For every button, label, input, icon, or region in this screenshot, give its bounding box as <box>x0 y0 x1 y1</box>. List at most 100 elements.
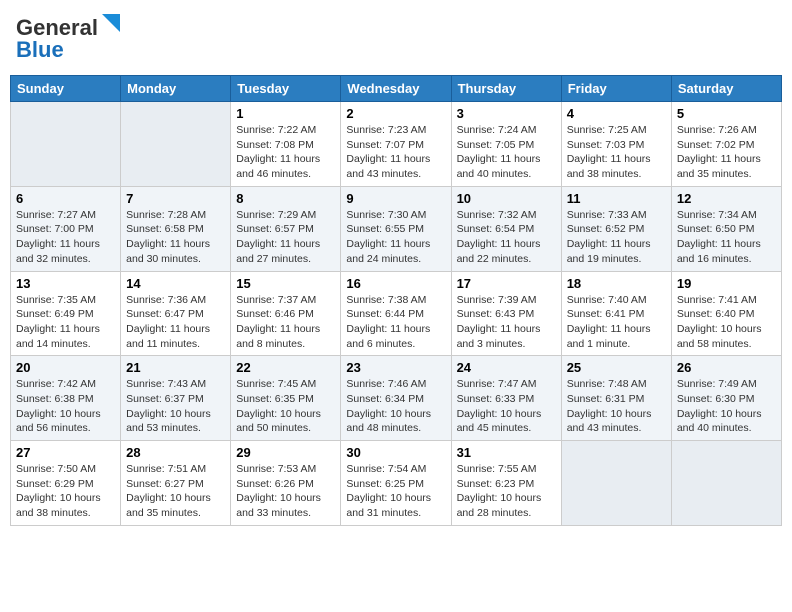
day-info: Sunrise: 7:53 AMSunset: 6:26 PMDaylight:… <box>236 462 335 521</box>
day-number: 16 <box>346 276 445 291</box>
day-number: 27 <box>16 445 115 460</box>
day-info: Sunrise: 7:47 AMSunset: 6:33 PMDaylight:… <box>457 377 556 436</box>
calendar-cell: 12 Sunrise: 7:34 AMSunset: 6:50 PMDayligh… <box>671 186 781 271</box>
day-number: 24 <box>457 360 556 375</box>
day-info: Sunrise: 7:43 AMSunset: 6:37 PMDaylight:… <box>126 377 225 436</box>
day-info: Sunrise: 7:36 AMSunset: 6:47 PMDaylight:… <box>126 293 225 352</box>
calendar-cell: 21 Sunrise: 7:43 AMSunset: 6:37 PMDayligh… <box>121 356 231 441</box>
day-header-sunday: Sunday <box>11 76 121 102</box>
day-info: Sunrise: 7:27 AMSunset: 7:00 PMDaylight:… <box>16 208 115 267</box>
day-number: 26 <box>677 360 776 375</box>
day-header-friday: Friday <box>561 76 671 102</box>
calendar-cell: 10 Sunrise: 7:32 AMSunset: 6:54 PMDayligh… <box>451 186 561 271</box>
calendar-cell <box>121 102 231 187</box>
day-info: Sunrise: 7:26 AMSunset: 7:02 PMDaylight:… <box>677 123 776 182</box>
calendar-cell: 9Sunrise: 7:30 AMSunset: 6:55 PMDaylight… <box>341 186 451 271</box>
day-info: Sunrise: 7:49 AMSunset: 6:30 PMDaylight:… <box>677 377 776 436</box>
calendar-cell: 16 Sunrise: 7:38 AMSunset: 6:44 PMDayligh… <box>341 271 451 356</box>
day-number: 8 <box>236 191 335 206</box>
day-info: Sunrise: 7:33 AMSunset: 6:52 PMDaylight:… <box>567 208 666 267</box>
calendar-cell: 28 Sunrise: 7:51 AMSunset: 6:27 PMDayligh… <box>121 441 231 526</box>
day-number: 21 <box>126 360 225 375</box>
logo: General Blue <box>16 14 120 63</box>
day-info: Sunrise: 7:54 AMSunset: 6:25 PMDaylight:… <box>346 462 445 521</box>
calendar-cell <box>671 441 781 526</box>
day-info: Sunrise: 7:50 AMSunset: 6:29 PMDaylight:… <box>16 462 115 521</box>
logo-arrow-icon <box>98 14 120 36</box>
calendar-cell: 24 Sunrise: 7:47 AMSunset: 6:33 PMDayligh… <box>451 356 561 441</box>
day-number: 6 <box>16 191 115 206</box>
calendar-cell: 7Sunrise: 7:28 AMSunset: 6:58 PMDaylight… <box>121 186 231 271</box>
day-info: Sunrise: 7:40 AMSunset: 6:41 PMDaylight:… <box>567 293 666 352</box>
day-number: 12 <box>677 191 776 206</box>
calendar-cell <box>561 441 671 526</box>
day-info: Sunrise: 7:23 AMSunset: 7:07 PMDaylight:… <box>346 123 445 182</box>
page-header: General Blue <box>10 10 782 67</box>
day-header-tuesday: Tuesday <box>231 76 341 102</box>
day-number: 17 <box>457 276 556 291</box>
day-info: Sunrise: 7:55 AMSunset: 6:23 PMDaylight:… <box>457 462 556 521</box>
day-info: Sunrise: 7:51 AMSunset: 6:27 PMDaylight:… <box>126 462 225 521</box>
day-info: Sunrise: 7:29 AMSunset: 6:57 PMDaylight:… <box>236 208 335 267</box>
day-info: Sunrise: 7:39 AMSunset: 6:43 PMDaylight:… <box>457 293 556 352</box>
day-number: 28 <box>126 445 225 460</box>
day-number: 18 <box>567 276 666 291</box>
calendar-cell: 17 Sunrise: 7:39 AMSunset: 6:43 PMDayligh… <box>451 271 561 356</box>
day-number: 14 <box>126 276 225 291</box>
calendar-cell: 29 Sunrise: 7:53 AMSunset: 6:26 PMDayligh… <box>231 441 341 526</box>
day-number: 10 <box>457 191 556 206</box>
day-info: Sunrise: 7:48 AMSunset: 6:31 PMDaylight:… <box>567 377 666 436</box>
day-info: Sunrise: 7:34 AMSunset: 6:50 PMDaylight:… <box>677 208 776 267</box>
calendar-cell: 27 Sunrise: 7:50 AMSunset: 6:29 PMDayligh… <box>11 441 121 526</box>
calendar-cell: 8 Sunrise: 7:29 AMSunset: 6:57 PMDaylight… <box>231 186 341 271</box>
day-info: Sunrise: 7:42 AMSunset: 6:38 PMDaylight:… <box>16 377 115 436</box>
day-number: 29 <box>236 445 335 460</box>
calendar-cell: 3 Sunrise: 7:24 AMSunset: 7:05 PMDaylight… <box>451 102 561 187</box>
day-number: 1 <box>236 106 335 121</box>
day-number: 25 <box>567 360 666 375</box>
calendar-cell: 30 Sunrise: 7:54 AMSunset: 6:25 PMDayligh… <box>341 441 451 526</box>
logo-blue: Blue <box>16 37 64 63</box>
day-number: 31 <box>457 445 556 460</box>
day-header-monday: Monday <box>121 76 231 102</box>
day-number: 13 <box>16 276 115 291</box>
day-info: Sunrise: 7:45 AMSunset: 6:35 PMDaylight:… <box>236 377 335 436</box>
calendar-cell: 25 Sunrise: 7:48 AMSunset: 6:31 PMDayligh… <box>561 356 671 441</box>
day-number: 2 <box>346 106 445 121</box>
day-number: 23 <box>346 360 445 375</box>
day-number: 5 <box>677 106 776 121</box>
day-info: Sunrise: 7:24 AMSunset: 7:05 PMDaylight:… <box>457 123 556 182</box>
day-info: Sunrise: 7:25 AMSunset: 7:03 PMDaylight:… <box>567 123 666 182</box>
day-number: 19 <box>677 276 776 291</box>
day-header-wednesday: Wednesday <box>341 76 451 102</box>
day-number: 22 <box>236 360 335 375</box>
calendar-cell: 22 Sunrise: 7:45 AMSunset: 6:35 PMDayligh… <box>231 356 341 441</box>
day-info: Sunrise: 7:37 AMSunset: 6:46 PMDaylight:… <box>236 293 335 352</box>
day-number: 11 <box>567 191 666 206</box>
calendar-cell: 13 Sunrise: 7:35 AMSunset: 6:49 PMDayligh… <box>11 271 121 356</box>
calendar-cell: 15Sunrise: 7:37 AMSunset: 6:46 PMDayligh… <box>231 271 341 356</box>
calendar-cell: 1Sunrise: 7:22 AMSunset: 7:08 PMDaylight… <box>231 102 341 187</box>
day-info: Sunrise: 7:28 AMSunset: 6:58 PMDaylight:… <box>126 208 225 267</box>
day-info: Sunrise: 7:35 AMSunset: 6:49 PMDaylight:… <box>16 293 115 352</box>
day-info: Sunrise: 7:46 AMSunset: 6:34 PMDaylight:… <box>346 377 445 436</box>
calendar-cell: 19 Sunrise: 7:41 AMSunset: 6:40 PMDayligh… <box>671 271 781 356</box>
day-info: Sunrise: 7:38 AMSunset: 6:44 PMDaylight:… <box>346 293 445 352</box>
day-number: 3 <box>457 106 556 121</box>
day-info: Sunrise: 7:41 AMSunset: 6:40 PMDaylight:… <box>677 293 776 352</box>
day-number: 20 <box>16 360 115 375</box>
calendar-cell: 18 Sunrise: 7:40 AMSunset: 6:41 PMDayligh… <box>561 271 671 356</box>
calendar-cell <box>11 102 121 187</box>
calendar-cell: 5 Sunrise: 7:26 AMSunset: 7:02 PMDaylight… <box>671 102 781 187</box>
calendar-cell: 2 Sunrise: 7:23 AMSunset: 7:07 PMDaylight… <box>341 102 451 187</box>
calendar-cell: 14 Sunrise: 7:36 AMSunset: 6:47 PMDayligh… <box>121 271 231 356</box>
calendar-cell: 6 Sunrise: 7:27 AMSunset: 7:00 PMDaylight… <box>11 186 121 271</box>
day-number: 30 <box>346 445 445 460</box>
day-number: 4 <box>567 106 666 121</box>
calendar-cell: 26 Sunrise: 7:49 AMSunset: 6:30 PMDayligh… <box>671 356 781 441</box>
day-header-thursday: Thursday <box>451 76 561 102</box>
calendar-cell: 11 Sunrise: 7:33 AMSunset: 6:52 PMDayligh… <box>561 186 671 271</box>
day-info: Sunrise: 7:32 AMSunset: 6:54 PMDaylight:… <box>457 208 556 267</box>
calendar-cell: 4 Sunrise: 7:25 AMSunset: 7:03 PMDaylight… <box>561 102 671 187</box>
day-info: Sunrise: 7:30 AMSunset: 6:55 PMDaylight:… <box>346 208 445 267</box>
